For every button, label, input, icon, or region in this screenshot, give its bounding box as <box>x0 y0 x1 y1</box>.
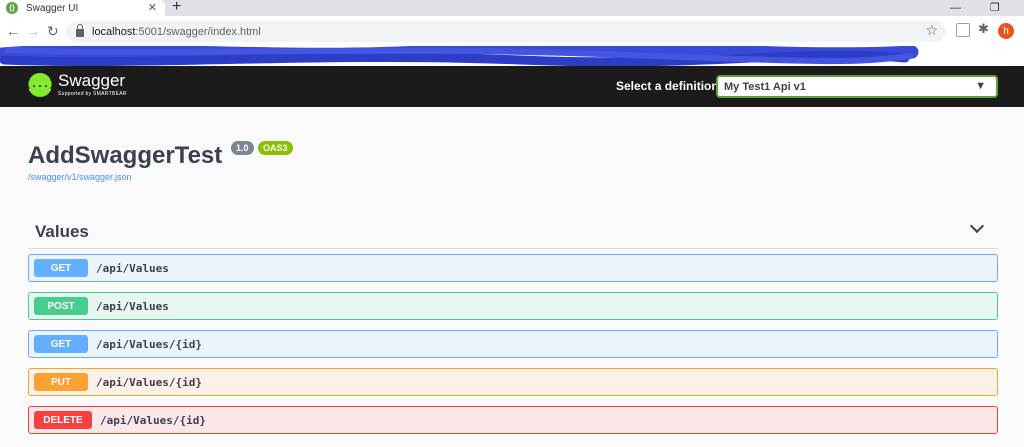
operation-path: /api/Values/{id} <box>100 413 206 427</box>
address-bar[interactable]: localhost:5001/swagger/index.html ☆ <box>66 21 946 42</box>
method-badge: GET <box>34 335 88 353</box>
chevron-down-icon[interactable] <box>969 218 985 234</box>
forward-arrow-icon[interactable]: → <box>26 22 40 40</box>
operation-post-values[interactable]: POST /api/Values <box>28 292 998 320</box>
operation-path: /api/Values <box>96 261 169 275</box>
operation-path: /api/Values/{id} <box>96 375 202 389</box>
url-text: localhost:5001/swagger/index.html <box>92 25 261 38</box>
browser-tab[interactable]: {} Swagger UI ✕ <box>0 0 165 16</box>
method-badge: GET <box>34 259 88 277</box>
swagger-logo[interactable]: {...} Swagger Supported by SMARTBEAR <box>25 71 127 98</box>
minimize-icon[interactable]: — <box>950 0 961 16</box>
back-arrow-icon[interactable]: ← <box>6 22 20 40</box>
version-badge: 1.0 <box>231 141 254 155</box>
browser-tab-strip: {} Swagger UI ✕ + — ❐ <box>0 0 1024 16</box>
definition-select[interactable]: My Test1 Api v1 ▼ <box>716 75 998 98</box>
tag-name: Values <box>35 222 89 241</box>
new-tab-icon[interactable]: + <box>172 0 181 16</box>
restore-icon[interactable]: ❐ <box>990 0 1000 16</box>
spec-link[interactable]: /swagger/v1/swagger.json <box>28 172 132 182</box>
reload-icon[interactable]: ↻ <box>47 22 59 40</box>
puzzle-icon[interactable]: ✱ <box>978 21 992 36</box>
profile-avatar[interactable]: h <box>998 23 1014 39</box>
definition-label: Select a definition <box>616 79 719 93</box>
extension-icon[interactable] <box>956 23 970 37</box>
redacted-scribble <box>0 46 1024 66</box>
oas-badge: OAS3 <box>258 141 293 155</box>
lock-icon <box>76 24 84 37</box>
operation-path: /api/Values <box>96 299 169 313</box>
swagger-logo-icon: {...} <box>25 72 55 97</box>
swagger-favicon-icon: {} <box>6 2 18 14</box>
swagger-topbar: {...} Swagger Supported by SMARTBEAR Sel… <box>0 66 1024 107</box>
method-badge: PUT <box>34 373 88 391</box>
tab-title: Swagger UI <box>26 2 79 14</box>
close-tab-icon[interactable]: ✕ <box>148 1 157 14</box>
operation-put-value[interactable]: PUT /api/Values/{id} <box>28 368 998 396</box>
tag-header-values[interactable]: Values <box>28 215 998 249</box>
bookmark-star-icon[interactable]: ☆ <box>925 22 938 39</box>
chevron-down-icon: ▼ <box>975 80 986 92</box>
browser-toolbar: ← → ↻ localhost:5001/swagger/index.html … <box>0 16 1024 46</box>
operation-path: /api/Values/{id} <box>96 337 202 351</box>
method-badge: POST <box>34 297 88 315</box>
method-badge: DELETE <box>34 411 92 429</box>
operation-get-values[interactable]: GET /api/Values <box>28 254 998 282</box>
redaction-scribble <box>0 46 919 66</box>
api-title: AddSwaggerTest <box>28 142 223 169</box>
operation-delete-value[interactable]: DELETE /api/Values/{id} <box>28 406 998 434</box>
logo-name: Swagger <box>58 71 126 90</box>
operation-get-value-by-id[interactable]: GET /api/Values/{id} <box>28 330 998 358</box>
logo-subtitle: Supported by SMARTBEAR <box>58 91 127 97</box>
definition-value: My Test1 Api v1 <box>724 80 806 93</box>
